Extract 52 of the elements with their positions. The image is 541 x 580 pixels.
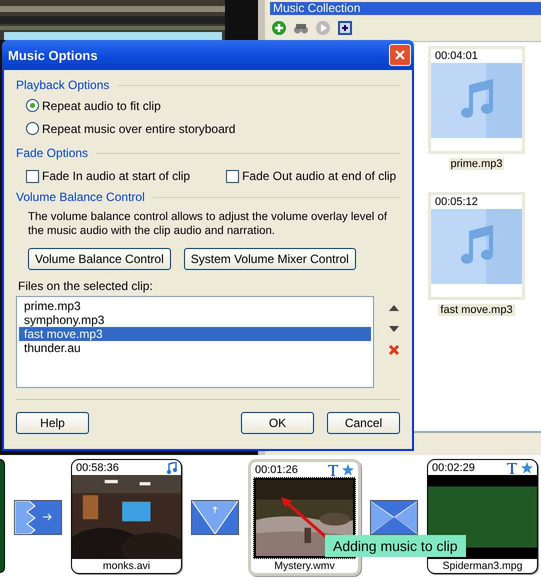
music-note-icon: [167, 462, 177, 474]
checkbox[interactable]: [26, 170, 39, 182]
file-name: prime.mp3: [448, 158, 504, 170]
checkbox-label: Fade Out audio at end of clip: [242, 169, 396, 183]
clip-name: monks.avi: [102, 559, 152, 573]
list-item[interactable]: symphony.mp3: [19, 313, 371, 327]
help-button[interactable]: Help: [16, 412, 89, 434]
panel-title: Music Collection: [270, 2, 541, 15]
clip-name: Mystery.wmv: [273, 559, 336, 573]
section-heading: Fade Options: [16, 146, 88, 160]
radio-label: Repeat audio to fit clip: [42, 98, 161, 112]
file-name: fast move.mp3: [438, 304, 515, 316]
checkbox-label: Fade In audio at start of clip: [42, 169, 190, 183]
description-text: The volume balance control allows to adjust the volume overlay level of the music audio with the clip audio and narration.: [28, 210, 388, 238]
list-item[interactable]: prime.mp3: [19, 299, 371, 313]
duration-text: 00:05:12: [434, 195, 479, 209]
star-icon: [342, 464, 354, 476]
clip-name: Spiderman3.mpg: [442, 559, 524, 573]
title-icon: [507, 462, 517, 474]
list-label: Files on the selected clip:: [18, 279, 154, 293]
list-item[interactable]: thunder.au: [19, 341, 371, 355]
clip-duration: 00:58:36: [76, 462, 120, 474]
clip-thumbnail[interactable]: 00:58:36 monks.avi: [71, 459, 182, 574]
checkbox[interactable]: [226, 170, 240, 182]
add-icon[interactable]: [271, 20, 287, 36]
volume-button[interactable]: System Volume Mixer Control: [184, 248, 356, 270]
transition-icon[interactable]: [14, 500, 62, 535]
cancel-button[interactable]: Cancel: [327, 412, 400, 434]
section-heading: Playback Options: [16, 78, 110, 92]
star-icon: [521, 462, 533, 474]
music-file-icon: [431, 63, 522, 138]
radio-button[interactable]: [26, 122, 39, 135]
title-icon: [328, 464, 338, 476]
list-item[interactable]: fast move.mp3: [19, 327, 371, 341]
clip-duration: 00:01:26: [255, 464, 299, 476]
radio-button[interactable]: [26, 99, 39, 112]
radio-label: Repeat music over entire storyboard: [42, 122, 236, 136]
volume-button[interactable]: Volume Balance Control: [28, 248, 171, 270]
transition-icon[interactable]: [191, 500, 239, 535]
delete-icon[interactable]: [388, 344, 400, 356]
music-file-icon: [431, 209, 522, 284]
close-icon: [394, 49, 406, 61]
section-heading: Volume Balance Control: [16, 190, 145, 204]
close-button[interactable]: [389, 44, 411, 66]
film-add-icon[interactable]: [337, 20, 353, 36]
transition-icon[interactable]: [370, 500, 418, 535]
duration-text: 00:04:01: [434, 49, 479, 63]
window-title: Music Options: [8, 48, 99, 62]
file-list[interactable]: prime.mp3 symphony.mp3 fast move.mp3 thunder.au: [16, 296, 374, 388]
clip-duration: 00:02:29: [432, 462, 476, 474]
callout-label: Adding music to clip: [325, 535, 466, 557]
ok-button[interactable]: OK: [241, 412, 314, 434]
